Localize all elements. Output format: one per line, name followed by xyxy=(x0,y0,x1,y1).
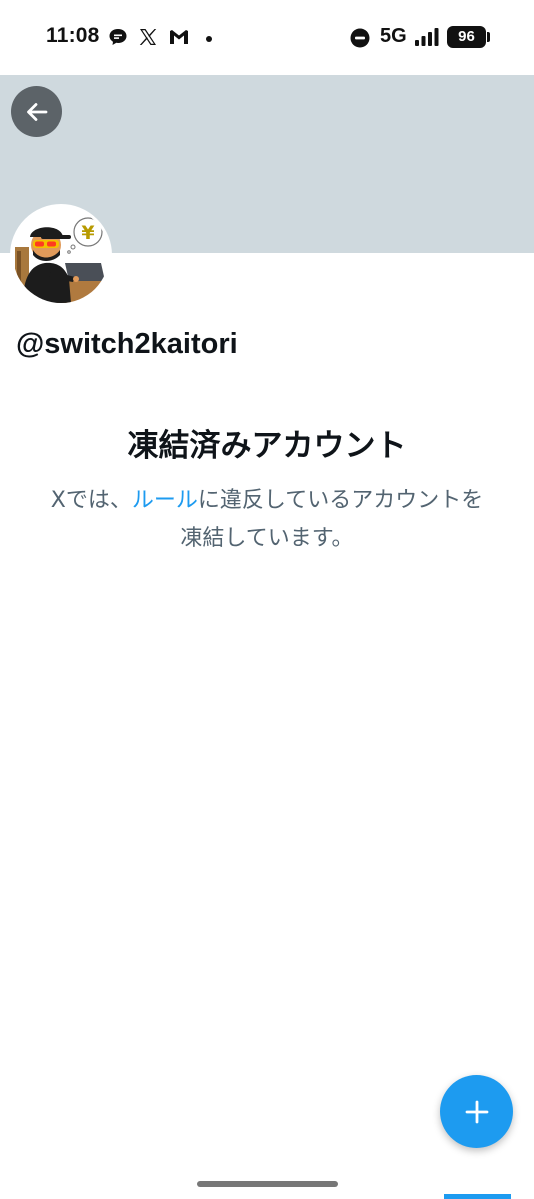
home-indicator[interactable] xyxy=(197,1181,338,1187)
x-logo-icon xyxy=(139,29,157,45)
rules-link[interactable]: ルール xyxy=(132,488,198,513)
profile-page: 11:08 5G 96 ¥ @switch2kaitori 凍結済みアカウント … xyxy=(0,0,534,1199)
message-prefix: Xでは、 xyxy=(50,488,132,513)
message-suffix: に違反しているアカウントを凍結しています。 xyxy=(180,488,484,551)
avatar-illustration: ¥ xyxy=(13,207,109,303)
avatar-yen-sign: ¥ xyxy=(81,222,94,244)
compose-button[interactable] xyxy=(440,1075,513,1148)
back-button[interactable] xyxy=(11,86,62,137)
notification-dot xyxy=(206,36,212,42)
suspended-message: Xでは、ルールに違反しているアカウントを凍結しています。 xyxy=(40,482,494,558)
status-time: 11:08 xyxy=(46,24,100,47)
network-type: 5G xyxy=(380,25,407,47)
arrow-left-icon xyxy=(26,102,47,121)
battery-cap xyxy=(487,32,490,42)
bottom-edge-strip xyxy=(444,1194,511,1199)
profile-username: @switch2kaitori xyxy=(16,328,238,360)
do-not-disturb-icon xyxy=(350,28,370,48)
signal-icon xyxy=(415,28,439,46)
suspended-title: 凍結済みアカウント xyxy=(127,428,407,464)
status-bar: 11:08 5G 96 xyxy=(0,0,534,75)
gmail-icon xyxy=(170,30,188,44)
avatar[interactable]: ¥ xyxy=(10,204,112,306)
battery-icon: 96 xyxy=(447,26,486,48)
plus-icon xyxy=(465,1100,488,1123)
chat-bubble-icon xyxy=(109,29,127,45)
